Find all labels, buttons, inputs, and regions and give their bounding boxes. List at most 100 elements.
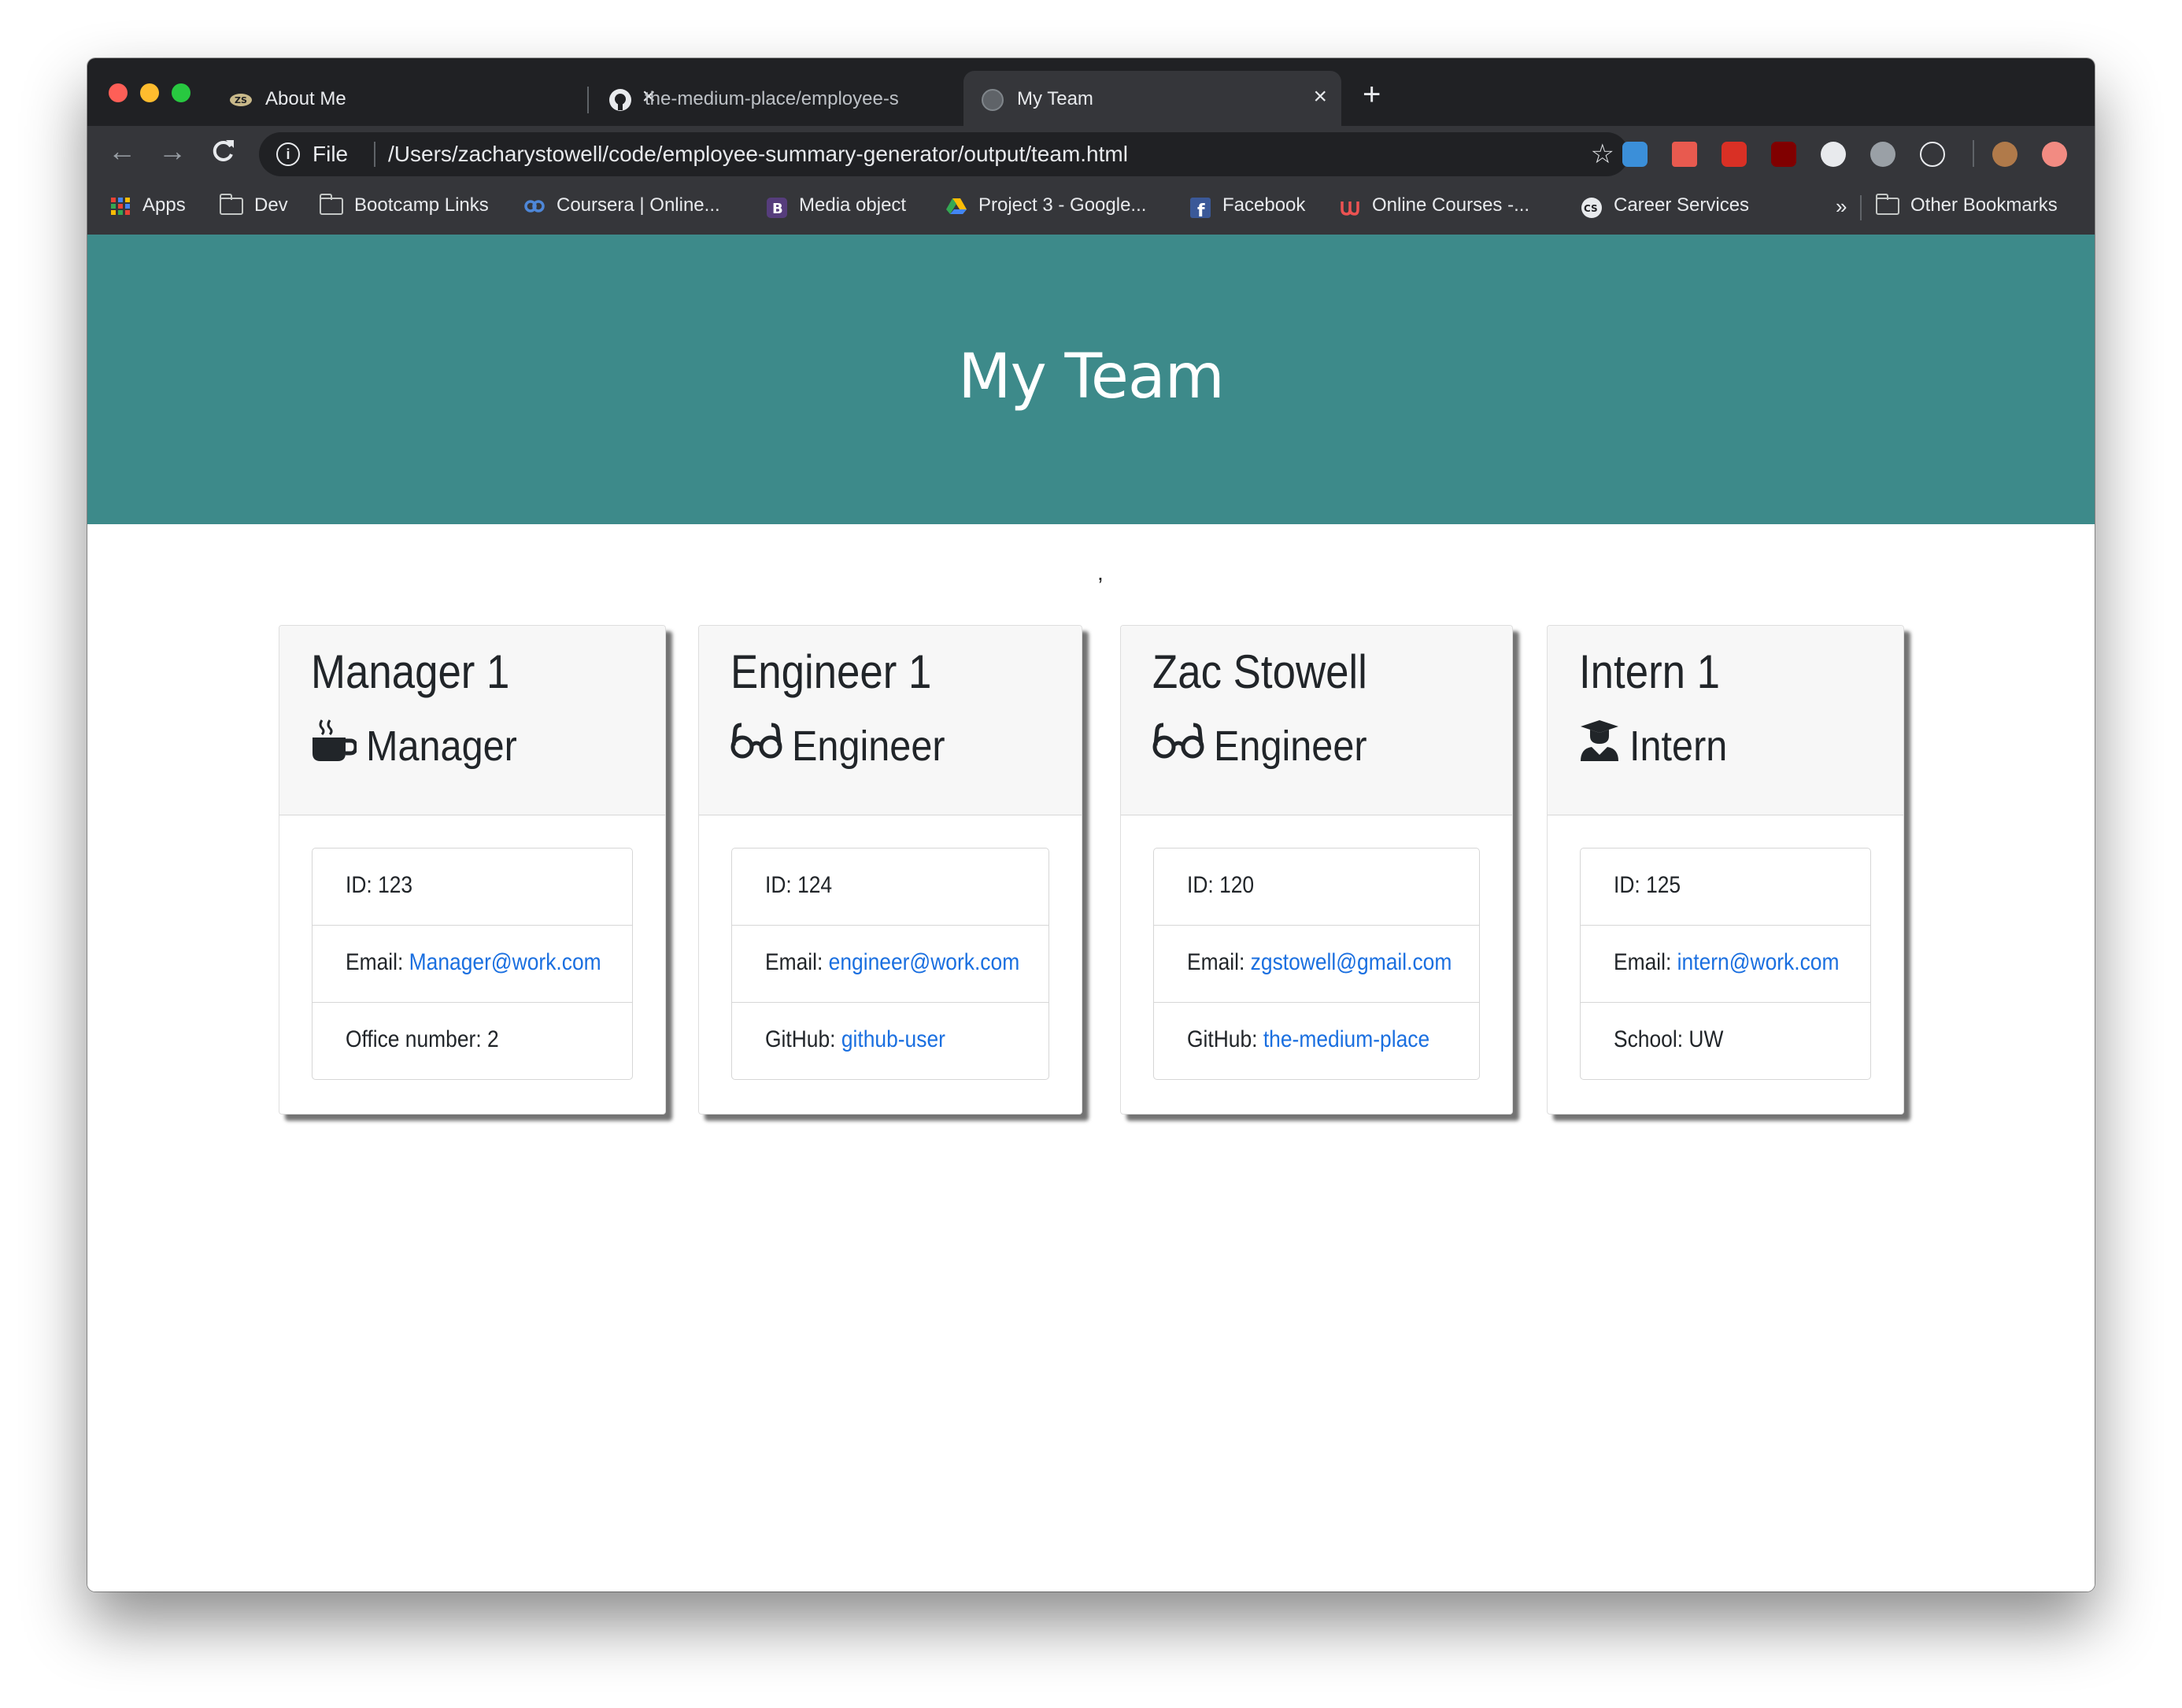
card-header: Engineer 1 Engineer — [699, 626, 1082, 815]
bookmark-label: Online Courses -... — [1372, 194, 1530, 216]
employee-role: Intern — [1579, 719, 1738, 773]
bookmark-facebook[interactable]: f Facebook — [1189, 194, 1305, 221]
browser-window: ZS About Me × the-medium-place/employee-… — [87, 58, 2095, 1592]
email-link[interactable]: engineer@work.com — [829, 949, 1020, 975]
github-row: GitHub: the-medium-place — [1187, 1026, 1429, 1053]
svg-text:B: B — [772, 201, 783, 217]
email-link[interactable]: Manager@work.com — [409, 949, 601, 975]
forward-arrow-icon[interactable]: → — [158, 135, 187, 167]
email-label: Email: — [1614, 949, 1677, 975]
react-devtools-icon[interactable] — [1920, 142, 1945, 167]
email-label: Email: — [346, 949, 409, 975]
facebook-icon: f — [1189, 197, 1211, 221]
reload-icon[interactable] — [209, 135, 237, 173]
header-banner: My Team — [87, 235, 2095, 524]
role-label: Intern — [1629, 722, 1728, 770]
close-window-button[interactable] — [109, 83, 128, 102]
tab-title: About Me — [265, 88, 346, 109]
tab-strip: ZS About Me × the-medium-place/employee-… — [87, 58, 2095, 126]
url-text[interactable]: /Users/zacharystowell/code/employee-summ… — [388, 142, 1128, 167]
card-header: Intern 1 Intern — [1548, 626, 1903, 815]
browser-toolbar: ← → i File /Users/zacharystowell/code/em… — [87, 126, 2095, 181]
glasses-icon — [730, 719, 782, 773]
bookmark-label: Career Services — [1614, 194, 1750, 216]
update-icon[interactable] — [2042, 142, 2067, 167]
list-item-office: Office number: 2 — [313, 1002, 632, 1079]
info-icon[interactable]: i — [276, 142, 300, 166]
email-row: Email: intern@work.com — [1614, 949, 1839, 976]
cloud-extension-icon[interactable] — [1622, 142, 1648, 167]
list-item-id: ID: 125 — [1581, 848, 1870, 925]
bookmark-other-bookmarks[interactable]: Other Bookmarks — [1876, 193, 2058, 216]
svg-text:ZS: ZS — [235, 95, 247, 105]
email-row: Email: Manager@work.com — [346, 949, 601, 976]
bookmarks-bar: Apps Dev Bootcamp Links Coursera | Onlin… — [87, 181, 2095, 235]
bookmark-bootcamp-links[interactable]: Bootcamp Links — [320, 193, 489, 216]
bookmark-online-courses[interactable]: Online Courses -... — [1339, 194, 1529, 216]
cs-icon: CS — [1581, 197, 1603, 218]
card-header: Manager 1 Manager — [279, 626, 665, 815]
bookmark-apps[interactable]: Apps — [109, 194, 186, 216]
json-extension-icon[interactable] — [1821, 142, 1846, 167]
close-icon[interactable]: × — [1313, 83, 1327, 110]
tab-divider — [587, 87, 589, 113]
bookmarks-overflow-button[interactable]: » — [1836, 194, 1847, 219]
github-link[interactable]: the-medium-place — [1263, 1026, 1429, 1052]
employee-name: Engineer 1 — [730, 645, 932, 698]
maximize-window-button[interactable] — [172, 83, 190, 102]
employee-role: Manager — [311, 719, 534, 773]
back-arrow-icon[interactable]: ← — [108, 135, 136, 167]
profile-avatar[interactable] — [1992, 142, 2017, 167]
bookmark-star-icon[interactable]: ☆ — [1591, 139, 1614, 170]
github-label: GitHub: — [1187, 1026, 1263, 1052]
github-row: GitHub: github-user — [765, 1026, 945, 1053]
list-item-id: ID: 120 — [1154, 848, 1479, 925]
apps-grid-icon — [109, 197, 131, 216]
udemy-icon — [1339, 197, 1361, 216]
address-bar[interactable]: i File /Users/zacharystowell/code/employ… — [259, 132, 1629, 176]
toolbar-divider — [1973, 140, 1974, 167]
coffee-mug-icon — [311, 719, 358, 773]
folder-icon — [220, 193, 243, 215]
employee-card: Engineer 1 Engineer ID: 124 Email: engin… — [698, 625, 1082, 1115]
employee-card: Intern 1 Intern ID: 125 Email: intern@wo… — [1547, 625, 1904, 1115]
bookmark-project-3[interactable]: Project 3 - Google... — [945, 194, 1146, 216]
email-link[interactable]: intern@work.com — [1677, 949, 1840, 975]
list-item-github: GitHub: the-medium-place — [1154, 1002, 1479, 1079]
email-label: Email: — [1187, 949, 1251, 975]
bookmark-dev[interactable]: Dev — [220, 193, 288, 216]
employee-details-list: ID: 120 Email: zgstowell@gmail.com GitHu… — [1153, 848, 1480, 1080]
employee-card: Zac Stowell Engineer ID: 120 Email: zgst… — [1120, 625, 1513, 1115]
bootstrap-icon: B — [766, 197, 788, 218]
ublock-extension-icon[interactable] — [1771, 142, 1796, 167]
minimize-window-button[interactable] — [140, 83, 159, 102]
github-link[interactable]: github-user — [841, 1026, 945, 1052]
lastpass-extension-icon[interactable] — [1722, 142, 1747, 167]
bookmark-media-object[interactable]: B Media object — [766, 194, 907, 218]
bookmark-coursera[interactable]: Coursera | Online... — [523, 194, 720, 216]
list-item-email: Email: Manager@work.com — [313, 925, 632, 1002]
zs-logo-icon: ZS — [229, 88, 253, 112]
bookmark-label: Project 3 - Google... — [978, 194, 1147, 216]
employee-details-list: ID: 124 Email: engineer@work.com GitHub:… — [731, 848, 1049, 1080]
video-extension-icon[interactable] — [1672, 142, 1697, 167]
glasses-icon — [1152, 719, 1204, 773]
list-item-id: ID: 124 — [732, 848, 1048, 925]
bookmark-career-services[interactable]: CS Career Services — [1581, 194, 1750, 218]
bookmark-label: Bootcamp Links — [354, 194, 489, 216]
bookmarks-divider — [1860, 195, 1862, 220]
bookmark-label: Media object — [799, 194, 907, 216]
page-content: My Team , Manager 1 Manager ID: 123 Emai… — [87, 235, 2095, 1592]
stray-comma: , — [1097, 560, 1104, 585]
new-tab-button[interactable]: + — [1363, 79, 1381, 110]
employee-role: Engineer — [1152, 719, 1384, 773]
email-link[interactable]: zgstowell@gmail.com — [1251, 949, 1452, 975]
tab-my-team[interactable]: My Team × — [963, 71, 1341, 126]
bookmark-label: Apps — [142, 194, 186, 216]
employee-id: ID: 120 — [1187, 872, 1255, 898]
employee-id: ID: 123 — [346, 872, 413, 898]
w-extension-icon[interactable] — [1870, 142, 1895, 167]
tab-title: My Team — [1017, 88, 1093, 109]
list-item-email: Email: intern@work.com — [1581, 925, 1870, 1002]
list-item-email: Email: zgstowell@gmail.com — [1154, 925, 1479, 1002]
